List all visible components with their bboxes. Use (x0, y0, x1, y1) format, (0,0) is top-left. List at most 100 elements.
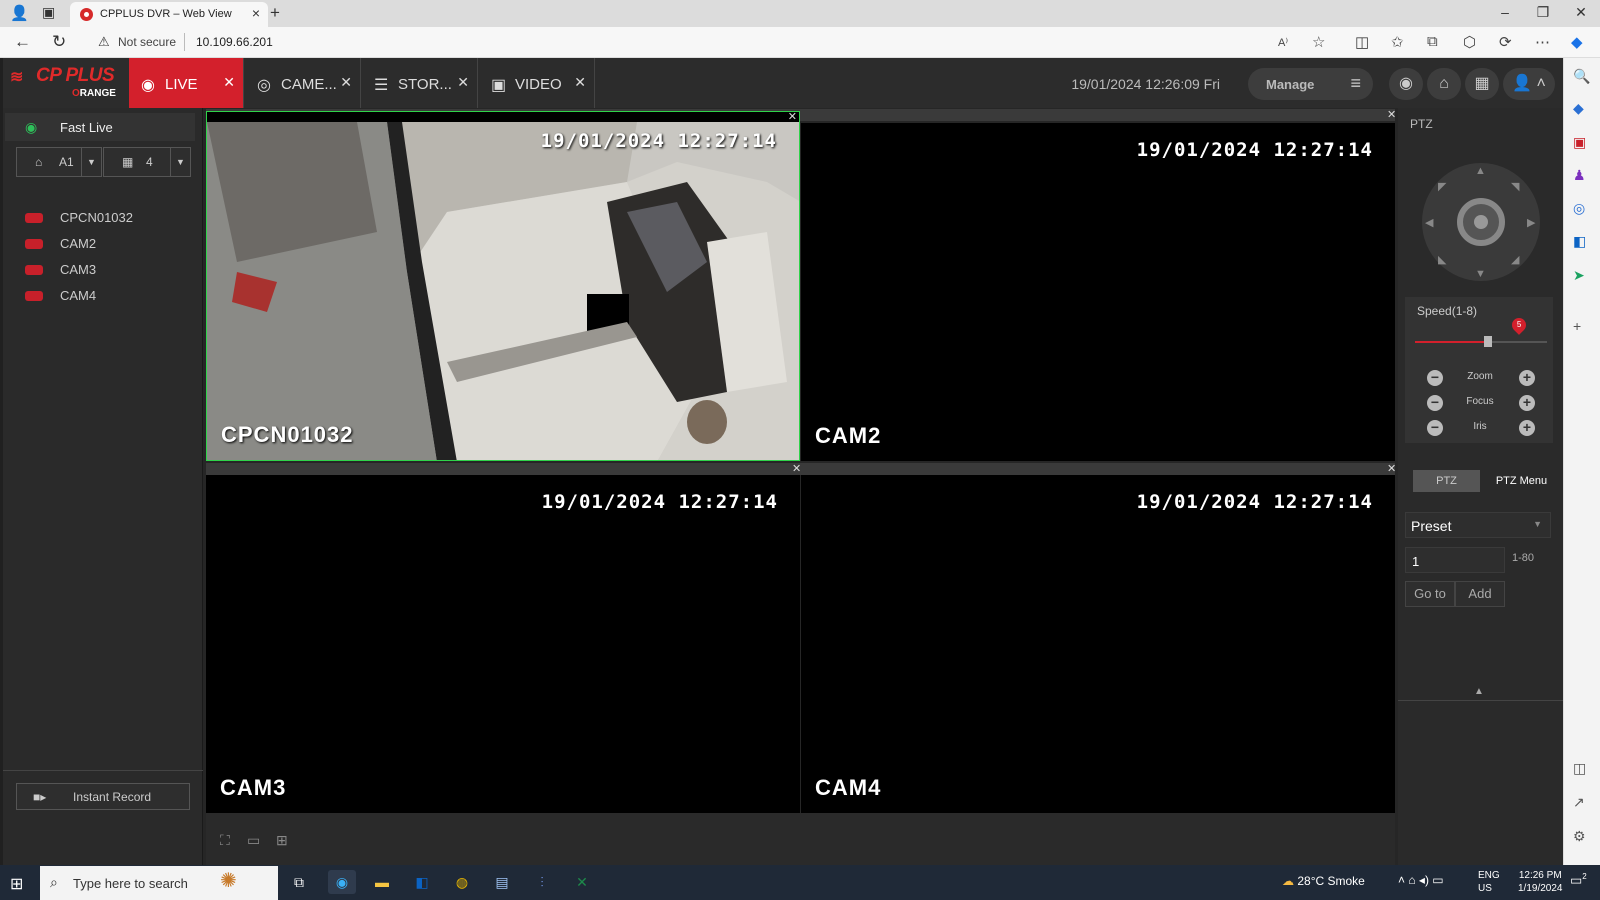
goto-button[interactable]: Go to (1405, 581, 1455, 607)
windows-start-icon[interactable]: ⊞ (10, 874, 23, 894)
ptz-up-left-icon[interactable]: ◤ (1438, 180, 1446, 193)
chevron-down-icon[interactable]: ▼ (81, 148, 101, 176)
restore-icon[interactable]: ❐ (1528, 4, 1558, 21)
focus-plus-button[interactable]: + (1519, 395, 1535, 411)
tab-ptz-menu[interactable]: PTZ Menu (1490, 470, 1553, 492)
focus-minus-button[interactable]: − (1427, 395, 1443, 411)
ptz-left-icon[interactable]: ◀ (1425, 216, 1433, 229)
read-aloud-icon[interactable]: A⁾ (1278, 36, 1288, 49)
ptz-down-right-icon[interactable]: ◢ (1511, 253, 1519, 266)
extensions-icon[interactable]: ⬡ (1463, 33, 1476, 51)
preset-select[interactable]: Preset ▼ (1405, 512, 1551, 538)
close-video-tab-icon[interactable]: ✕ (574, 74, 586, 91)
edge-browser-icon[interactable]: ◉ (328, 870, 356, 894)
iris-minus-button[interactable]: − (1427, 420, 1443, 436)
favorites-icon[interactable]: ✩ (1391, 33, 1404, 51)
video-tile[interactable]: ✕ 19/01/2024 12:27:14 CPCN01032 (206, 111, 800, 461)
search-icon[interactable]: 🔍 (1573, 68, 1590, 85)
browser-tab[interactable]: CPPLUS DVR – Web View × (70, 2, 268, 27)
language-indicator[interactable]: ENG US (1478, 869, 1500, 895)
performance-icon[interactable]: ⟳ (1499, 33, 1512, 51)
sidebar-layout-icon[interactable]: ◫ (1573, 760, 1586, 777)
ptz-up-right-icon[interactable]: ◥ (1511, 180, 1519, 193)
video-tile[interactable]: 19/01/2024 12:27:14 CAM2 (801, 123, 1395, 461)
add-sidebar-icon[interactable]: + (1573, 318, 1581, 334)
close-tile-icon[interactable]: ✕ (1387, 108, 1396, 121)
shopping-icon[interactable]: ◆ (1573, 100, 1584, 117)
profile-icon[interactable]: 👤 (10, 4, 29, 22)
close-tile-icon[interactable]: ✕ (788, 112, 797, 123)
favorite-star-icon[interactable]: ☆ (1312, 33, 1325, 51)
ptz-right-icon[interactable]: ▶ (1527, 216, 1535, 229)
notification-icon[interactable]: ▭2 (1570, 872, 1587, 888)
close-tab-icon[interactable]: × (252, 5, 260, 21)
collections-icon[interactable]: ⧉ (1427, 33, 1438, 50)
warning-icon[interactable]: ⚠ (98, 34, 110, 50)
close-window-icon[interactable]: ✕ (1566, 4, 1596, 21)
file-explorer-icon[interactable]: ▬ (368, 870, 396, 894)
settings-gear-icon[interactable]: ⚙ (1573, 828, 1586, 845)
taskbar-search[interactable]: ⌕ Type here to search ✺ (40, 866, 278, 900)
collapse-panel-icon[interactable]: ▲ (1474, 686, 1484, 697)
office-icon[interactable]: ◎ (1573, 200, 1585, 217)
zoom-in-button[interactable]: + (1519, 370, 1535, 386)
chrome-icon[interactable]: ◍ (448, 870, 476, 894)
manage-button[interactable]: Manage ≡ (1248, 68, 1373, 100)
video-tile[interactable]: 19/01/2024 12:27:14 CAM3 (206, 475, 800, 813)
url-field[interactable]: 10.109.66.201 (196, 35, 273, 49)
weather-widget[interactable]: ☁ 28°C Smoke (1282, 874, 1365, 888)
minimize-icon[interactable]: – (1490, 4, 1520, 20)
iris-plus-button[interactable]: + (1519, 420, 1535, 436)
external-link-icon[interactable]: ↗ (1573, 794, 1585, 811)
add-preset-button[interactable]: Add (1455, 581, 1505, 607)
close-live-tab-icon[interactable]: ✕ (223, 74, 235, 91)
tab-camera[interactable]: ◎ CAME... ✕ (245, 58, 361, 108)
speed-slider-thumb[interactable] (1483, 336, 1492, 347)
app-icon[interactable]: ⫶ (528, 870, 556, 894)
back-icon[interactable]: ← (14, 32, 31, 52)
tab-live[interactable]: ◉ LIVE ✕ (129, 58, 244, 108)
quad-view-icon[interactable]: ⊞ (276, 832, 288, 849)
security-label[interactable]: Not secure (118, 35, 176, 49)
tab-video[interactable]: ▣ VIDEO ✕ (479, 58, 595, 108)
split-screen-icon[interactable]: ◫ (1355, 33, 1369, 51)
send-icon[interactable]: ➤ (1573, 267, 1585, 284)
close-storage-tab-icon[interactable]: ✕ (457, 74, 469, 91)
home-icon[interactable]: ⌂ (1427, 68, 1461, 100)
refresh-icon[interactable]: ↻ (52, 32, 66, 52)
video-tile[interactable]: 19/01/2024 12:27:14 CAM4 (801, 475, 1395, 813)
games-icon[interactable]: ♟ (1573, 167, 1586, 184)
tab-ptz[interactable]: PTZ (1413, 470, 1480, 492)
chevron-down-icon[interactable]: ▼ (170, 148, 190, 176)
task-view-icon[interactable]: ⧉ (285, 870, 313, 894)
zoom-out-button[interactable]: − (1427, 370, 1443, 386)
split-select[interactable]: ▦ 4 ▼ (103, 147, 191, 177)
excel-icon[interactable]: ✕ (568, 870, 596, 894)
preset-number-input[interactable]: 1 (1405, 547, 1505, 573)
fullscreen-icon[interactable]: ⛶ (220, 832, 230, 849)
close-camera-tab-icon[interactable]: ✕ (340, 74, 352, 91)
new-tab-icon[interactable]: + (270, 3, 280, 23)
live-view-icon[interactable]: ◉ (1389, 68, 1423, 100)
user-menu-icon[interactable]: 👤 ˄ (1503, 68, 1555, 100)
ptz-up-icon[interactable]: ▲ (1475, 165, 1486, 177)
taskbar-clock[interactable]: 12:26 PM 1/19/2024 (1518, 869, 1563, 895)
ptz-down-icon[interactable]: ▼ (1475, 268, 1486, 280)
close-tile-icon[interactable]: ✕ (1387, 462, 1396, 475)
outlook-app-icon[interactable]: ◧ (408, 870, 436, 894)
ptz-down-left-icon[interactable]: ◣ (1438, 253, 1446, 266)
tab-actions-icon[interactable]: ▣ (42, 4, 55, 21)
tab-storage[interactable]: ☰ STOR... ✕ (362, 58, 478, 108)
copilot-icon[interactable]: ◆ (1571, 33, 1583, 51)
more-options-icon[interactable]: ⋯ (1535, 33, 1550, 51)
tools-icon[interactable]: ▣ (1573, 134, 1586, 151)
close-tile-icon[interactable]: ✕ (792, 462, 801, 475)
layout-icon[interactable]: ▦ (1465, 68, 1499, 100)
stream-select[interactable]: ⌂ A1 ▼ (16, 147, 102, 177)
system-tray-icons[interactable]: ˄ ⌂ ◂) ▭ (1398, 873, 1444, 887)
single-view-icon[interactable]: ▭ (247, 832, 260, 849)
outlook-icon[interactable]: ◧ (1573, 233, 1586, 250)
instant-record-button[interactable]: ■▸ Instant Record (16, 783, 190, 810)
fast-live-header[interactable]: ◉ Fast Live (5, 113, 195, 141)
store-icon[interactable]: ▤ (488, 870, 516, 894)
